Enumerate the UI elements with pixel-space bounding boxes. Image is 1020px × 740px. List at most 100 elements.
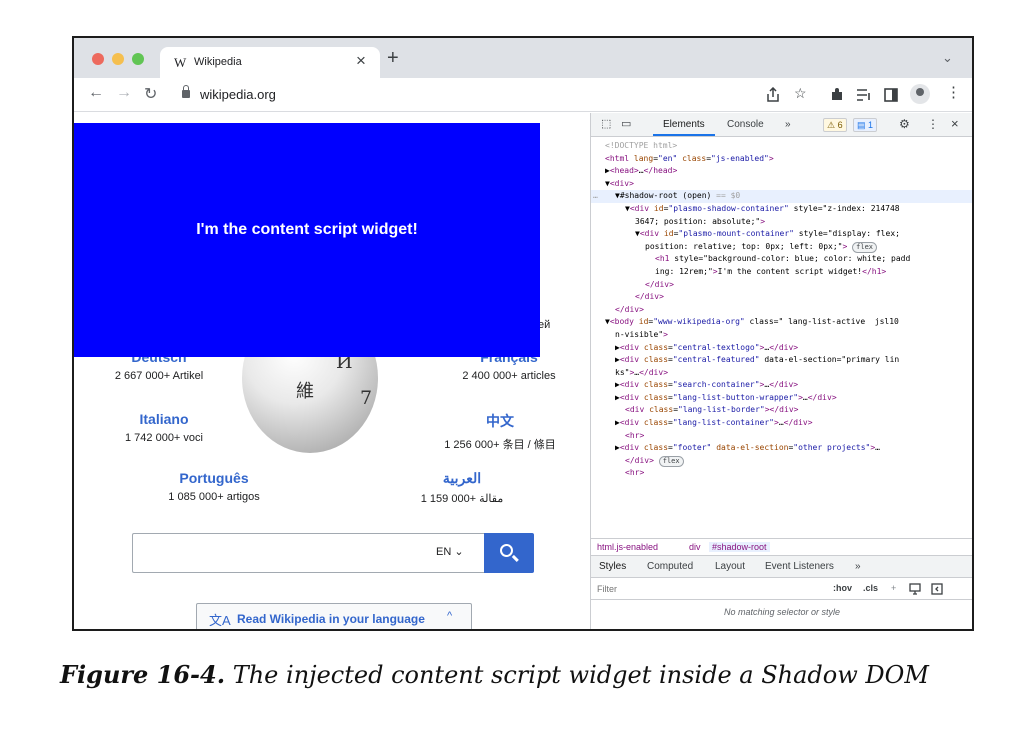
dom-tree-line[interactable]: ▶<div class="search-container">…</div> [591,379,972,392]
dom-tree-line[interactable]: ▼<div id="plasmo-shadow-container" style… [591,203,972,216]
dom-tree-line[interactable]: ks">…</div> [591,367,972,380]
dom-tree-line[interactable]: <html lang="en" class="js-enabled"> [591,153,972,166]
dom-tree-line[interactable]: </div> [591,291,972,304]
styles-tab-bar: Styles Computed Layout Event Listeners » [591,556,972,578]
tab-event-listeners[interactable]: Event Listeners [765,561,834,572]
dom-tree-line[interactable]: 3647; position: absolute;"> [591,216,972,229]
toggle-sidebar-icon[interactable] [931,583,943,595]
profile-icon[interactable] [910,84,930,104]
dom-tree-line[interactable]: </div> flex [591,455,972,468]
dom-tree-line[interactable]: ▼<body id="www-wikipedia-org" class=" la… [591,316,972,329]
lang-name[interactable]: Português [144,470,284,486]
dom-tree-line[interactable]: <hr> [591,430,972,443]
back-button[interactable]: ← [88,84,104,102]
tab-elements[interactable]: Elements [663,119,705,130]
dom-tree-line[interactable]: ▶<div class="footer" data-el-section="ot… [591,442,972,455]
dom-tree-line[interactable]: ▶<div class="lang-list-container">…</div… [591,417,972,430]
dom-tree: <!DOCTYPE html> <html lang="en" class="js… [591,140,972,536]
lang-count: 2 667 000+ Artikel [114,370,204,382]
hover-state-toggle[interactable]: :hov [833,583,852,593]
lang-italiano[interactable]: Italiano 1 742 000+ voci [94,411,234,444]
tab-title: Wikipedia [194,56,242,68]
flex-badge[interactable]: flex [852,241,877,253]
extensions-icon[interactable] [830,88,844,102]
search-language-select[interactable]: EN ⌄ [436,545,464,558]
lang-portugues[interactable]: Português 1 085 000+ artigos [144,470,284,503]
side-panel-icon[interactable] [884,88,898,102]
dom-tree-line[interactable]: ▼<div id="plasmo-mount-container" style=… [591,228,972,241]
zoom-window-button[interactable] [132,53,144,65]
class-toggle[interactable]: .cls [863,583,878,593]
search-input[interactable] [132,533,484,573]
translate-icon: 文A [209,613,231,628]
lang-chinese[interactable]: 中文 1 256 000+ 条目 / 條目 [430,411,570,452]
read-in-your-language-button[interactable]: 文A Read Wikipedia in your language ^ [196,603,472,629]
dom-tree-line[interactable]: ▶<div class="central-textlogo">…</div> [591,342,972,355]
dom-tree-line[interactable]: <!DOCTYPE html> [591,140,972,153]
dom-tree-line[interactable]: … ▼#shadow-root (open) == $0 [591,190,972,203]
search-icon [500,544,513,557]
dom-tree-line[interactable]: <hr> [591,467,972,480]
reload-button[interactable]: ↻ [144,84,157,104]
tab-console[interactable]: Console [727,119,764,130]
breadcrumb-shadow-root[interactable]: #shadow-root [709,542,770,552]
address-bar[interactable]: wikipedia.org [200,87,276,102]
dom-tree-line[interactable]: ▶<div class="central-featured" data-el-s… [591,354,972,367]
styles-filter-input[interactable] [597,582,817,596]
dom-tree-line[interactable]: ▶<div class="lang-list-button-wrapper">…… [591,392,972,405]
dom-tree-line[interactable]: </div> [591,304,972,317]
lock-icon[interactable] [182,85,190,98]
kebab-menu-icon[interactable]: ⋮ [927,117,939,131]
lang-count: 1 256 000+ 条目 / 條目 [444,439,556,451]
close-window-button[interactable] [92,53,104,65]
forward-button[interactable]: → [116,84,132,102]
lang-name[interactable]: Italiano [94,411,234,427]
lang-count: 1 159 000+ مقالة [420,493,504,505]
tab-search-chevron-icon[interactable]: ⌄ [942,50,953,66]
browser-toolbar: ← → ↻ wikipedia.org ☆ ⋮ [74,78,972,112]
star-icon[interactable]: ☆ [794,85,807,102]
settings-gear-icon[interactable]: ⚙ [899,117,910,131]
devtools-tab-bar: ⬚ ▭ Elements Console » ⚠ 6 ▤ 1 ⚙ ⋮ × [591,113,972,137]
wikipedia-favicon-icon: W [174,55,187,70]
tab-strip: W Wikipedia × + ⌄ [74,38,972,78]
widget-heading: I'm the content script widget! [196,221,418,238]
reading-list-icon[interactable] [856,89,872,101]
more-tabs-button[interactable]: » [855,561,861,572]
flex-badge[interactable]: flex [658,455,684,467]
tab-layout[interactable]: Layout [715,561,745,572]
search-icon-handle [512,554,519,562]
tab-computed[interactable]: Computed [647,561,693,572]
warnings-badge[interactable]: ⚠ 6 [823,118,847,132]
devtools-panel: ⬚ ▭ Elements Console » ⚠ 6 ▤ 1 ⚙ ⋮ × <!D… [590,113,972,629]
dom-tree-line[interactable]: position: relative; top: 0px; left: 0px;… [591,241,972,254]
dom-tree-line[interactable]: ▶<head>…</head> [591,165,972,178]
computed-styles-icon[interactable] [909,583,921,595]
add-rule-button[interactable]: + [891,583,896,593]
search-button[interactable] [484,533,534,573]
tab-styles[interactable]: Styles [599,561,626,572]
lang-arabic[interactable]: العربية 1 159 000+ مقالة [392,470,532,505]
close-devtools-icon[interactable]: × [951,116,959,131]
tab-close-icon[interactable]: × [356,51,366,71]
menu-icon[interactable]: ⋮ [946,83,961,101]
globe-glyph: 維 [296,381,314,402]
lang-name[interactable]: العربية [392,470,532,487]
messages-badge[interactable]: ▤ 1 [853,118,878,132]
tab-wikipedia[interactable]: W Wikipedia × [160,47,380,78]
breadcrumb-div[interactable]: div [689,542,701,552]
dom-tree-line[interactable]: <div class="lang-list-border"></div> [591,404,972,417]
dom-tree-line[interactable]: </div> [591,279,972,292]
inspect-element-icon[interactable]: ⬚ [601,117,611,130]
dom-tree-line[interactable]: <h1 style="background-color: blue; color… [591,253,972,266]
dom-tree-line[interactable]: n-visible"> [591,329,972,342]
minimize-window-button[interactable] [112,53,124,65]
new-tab-button[interactable]: + [387,47,399,70]
dom-tree-line[interactable]: ing: 12rem;">I'm the content script widg… [591,266,972,279]
lang-name[interactable]: 中文 [430,411,570,431]
device-toolbar-icon[interactable]: ▭ [621,117,631,130]
dom-tree-line[interactable]: ▼<div> [591,178,972,191]
share-icon[interactable] [766,87,780,103]
more-tabs-button[interactable]: » [785,119,791,130]
breadcrumb-html[interactable]: html.js-enabled [597,542,658,552]
